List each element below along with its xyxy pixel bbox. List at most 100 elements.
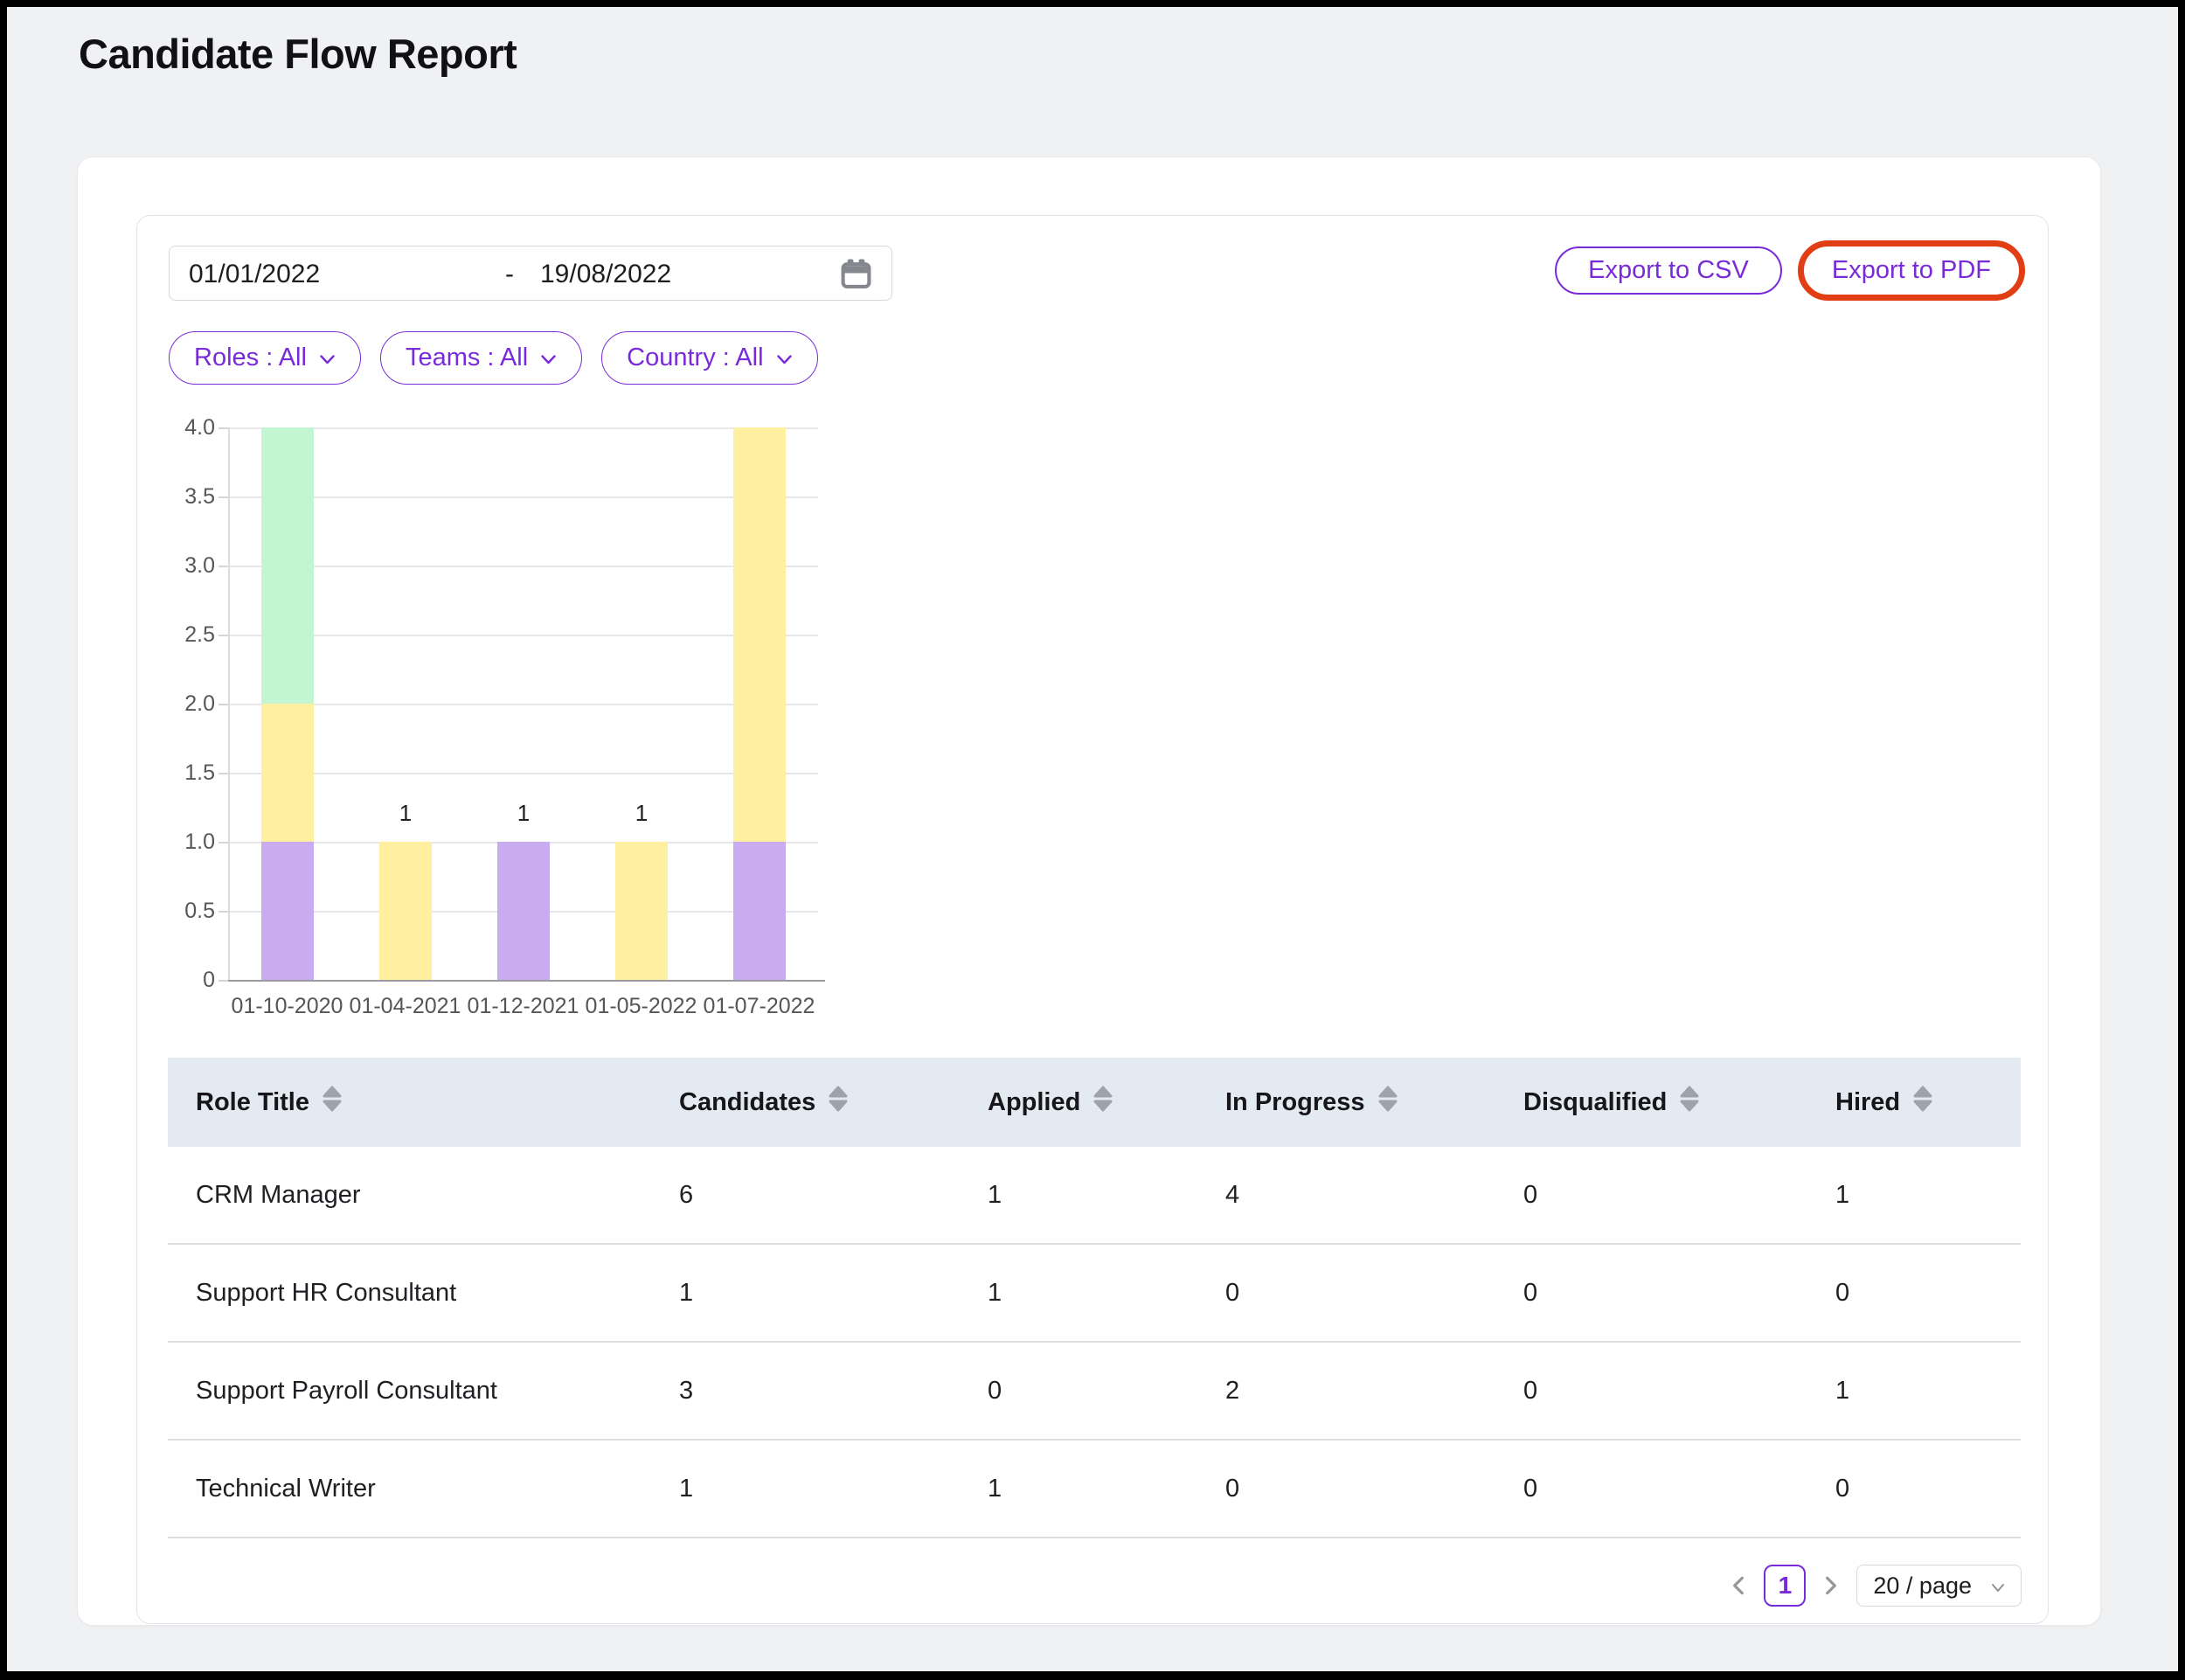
y-tick-mark [218, 427, 228, 429]
count-cell: 1 [651, 1279, 960, 1308]
y-tick-mark [218, 496, 228, 498]
report-panel: 4.03.53.02.52.01.51.00.5001-10-2020101-0… [136, 215, 2049, 1624]
filter-country[interactable]: Country : All [601, 331, 817, 385]
count-cell: 0 [1807, 1279, 2021, 1308]
purple-segment[interactable] [261, 842, 314, 980]
count-cell: 0 [1197, 1475, 1495, 1503]
y-gridline [228, 635, 818, 636]
sort-icon[interactable] [828, 1085, 849, 1120]
sort-icon[interactable] [1377, 1085, 1398, 1120]
purple-segment[interactable] [733, 842, 786, 980]
y-tick-mark [218, 635, 228, 636]
calendar-icon[interactable] [840, 258, 872, 295]
y-gridline [228, 566, 818, 567]
filter-bar: Roles : All Teams : All Country : All [169, 331, 818, 385]
sort-icon[interactable] [1912, 1085, 1933, 1120]
count-cell: 6 [651, 1181, 960, 1210]
green-segment[interactable] [261, 427, 314, 704]
count-cell: 1 [960, 1475, 1197, 1503]
column-header-candidates[interactable]: Candidates [651, 1085, 960, 1120]
y-tick-mark [218, 911, 228, 913]
filter-label: Roles : All [194, 344, 307, 372]
chevron-down-icon [540, 344, 557, 372]
count-cell: 0 [1807, 1475, 2021, 1503]
column-header-label: Hired [1835, 1088, 1900, 1117]
y-gridline [228, 773, 818, 774]
yellow-segment[interactable] [733, 427, 786, 842]
column-header-label: Disqualified [1523, 1088, 1667, 1117]
column-header-disqualified[interactable]: Disqualified [1495, 1085, 1807, 1120]
role-title-cell: Support Payroll Consultant [168, 1377, 651, 1406]
y-tick-label: 1.5 [145, 760, 215, 786]
export-actions: Export to CSV Export to PDF [1555, 240, 2025, 301]
role-title-cell: Technical Writer [168, 1475, 651, 1503]
role-title-cell: CRM Manager [168, 1181, 651, 1210]
next-page-icon[interactable] [1821, 1574, 1841, 1597]
sort-icon[interactable] [1092, 1085, 1113, 1120]
table-row: Technical Writer11000 [168, 1440, 2021, 1538]
page-title: Candidate Flow Report [79, 30, 517, 78]
column-header-role-title[interactable]: Role Title [168, 1085, 651, 1120]
x-tick-label: 01-10-2020 [222, 994, 353, 1019]
page-size-select[interactable]: 20 / page [1856, 1565, 2022, 1607]
table-row: CRM Manager61401 [168, 1147, 2021, 1245]
count-cell: 0 [1495, 1279, 1807, 1308]
count-cell: 0 [1495, 1377, 1807, 1406]
pagination: 1 20 / page [1729, 1564, 2022, 1607]
y-gridline [228, 496, 818, 498]
column-header-applied[interactable]: Applied [960, 1085, 1197, 1120]
bar-total-label: 1 [583, 800, 701, 827]
table-row: Support HR Consultant11000 [168, 1245, 2021, 1343]
y-tick-mark [218, 773, 228, 774]
y-tick-label: 0 [145, 967, 215, 993]
y-tick-label: 2.5 [145, 621, 215, 648]
y-tick-mark [218, 704, 228, 705]
sort-icon[interactable] [1679, 1085, 1700, 1120]
chevron-down-icon [776, 344, 793, 372]
export-pdf-button[interactable]: Export to PDF [1798, 240, 2025, 301]
filter-roles[interactable]: Roles : All [169, 331, 361, 385]
current-page-button[interactable]: 1 [1764, 1565, 1806, 1607]
y-gridline [228, 427, 818, 429]
y-tick-mark [218, 566, 228, 567]
x-tick-label: 01-07-2022 [694, 994, 825, 1019]
chevron-down-icon [1991, 1572, 2005, 1600]
filter-label: Country : All [627, 344, 763, 372]
bar-total-label: 1 [347, 800, 465, 827]
x-axis-line [228, 980, 825, 982]
y-tick-mark [218, 980, 228, 982]
date-end-value[interactable]: 19/08/2022 [540, 260, 671, 289]
count-cell: 2 [1197, 1377, 1495, 1406]
x-tick-label: 01-05-2022 [576, 994, 707, 1019]
count-cell: 1 [960, 1279, 1197, 1308]
y-tick-label: 1.0 [145, 829, 215, 855]
date-start-value[interactable]: 01/01/2022 [189, 260, 320, 289]
column-header-label: Applied [988, 1088, 1080, 1117]
role-title-cell: Support HR Consultant [168, 1279, 651, 1308]
count-cell: 3 [651, 1377, 960, 1406]
count-cell: 1 [1807, 1377, 2021, 1406]
column-header-label: Candidates [679, 1088, 815, 1117]
count-cell: 1 [651, 1475, 960, 1503]
report-card: 4.03.53.02.52.01.51.00.5001-10-2020101-0… [77, 156, 2101, 1626]
date-range-picker[interactable]: 01/01/2022 - 19/08/2022 [169, 246, 892, 301]
sort-icon[interactable] [322, 1085, 343, 1120]
count-cell: 0 [1495, 1475, 1807, 1503]
count-cell: 0 [1197, 1279, 1495, 1308]
y-tick-label: 0.5 [145, 898, 215, 924]
column-header-in-progress[interactable]: In Progress [1197, 1085, 1495, 1120]
candidate-flow-report-page: Candidate Flow Report 4.03.53.02.52.01.5… [7, 7, 2178, 1671]
yellow-segment[interactable] [261, 704, 314, 842]
column-header-label: In Progress [1225, 1088, 1365, 1117]
column-header-hired[interactable]: Hired [1807, 1085, 2021, 1120]
purple-segment[interactable] [497, 842, 550, 980]
bar-total-label: 1 [465, 800, 583, 827]
yellow-segment[interactable] [379, 842, 432, 980]
yellow-segment[interactable] [615, 842, 668, 980]
filter-teams[interactable]: Teams : All [380, 331, 582, 385]
prev-page-icon[interactable] [1729, 1574, 1748, 1597]
y-tick-label: 2.0 [145, 691, 215, 717]
y-gridline [228, 704, 818, 705]
x-tick-label: 01-04-2021 [340, 994, 471, 1019]
export-csv-button[interactable]: Export to CSV [1555, 246, 1782, 295]
